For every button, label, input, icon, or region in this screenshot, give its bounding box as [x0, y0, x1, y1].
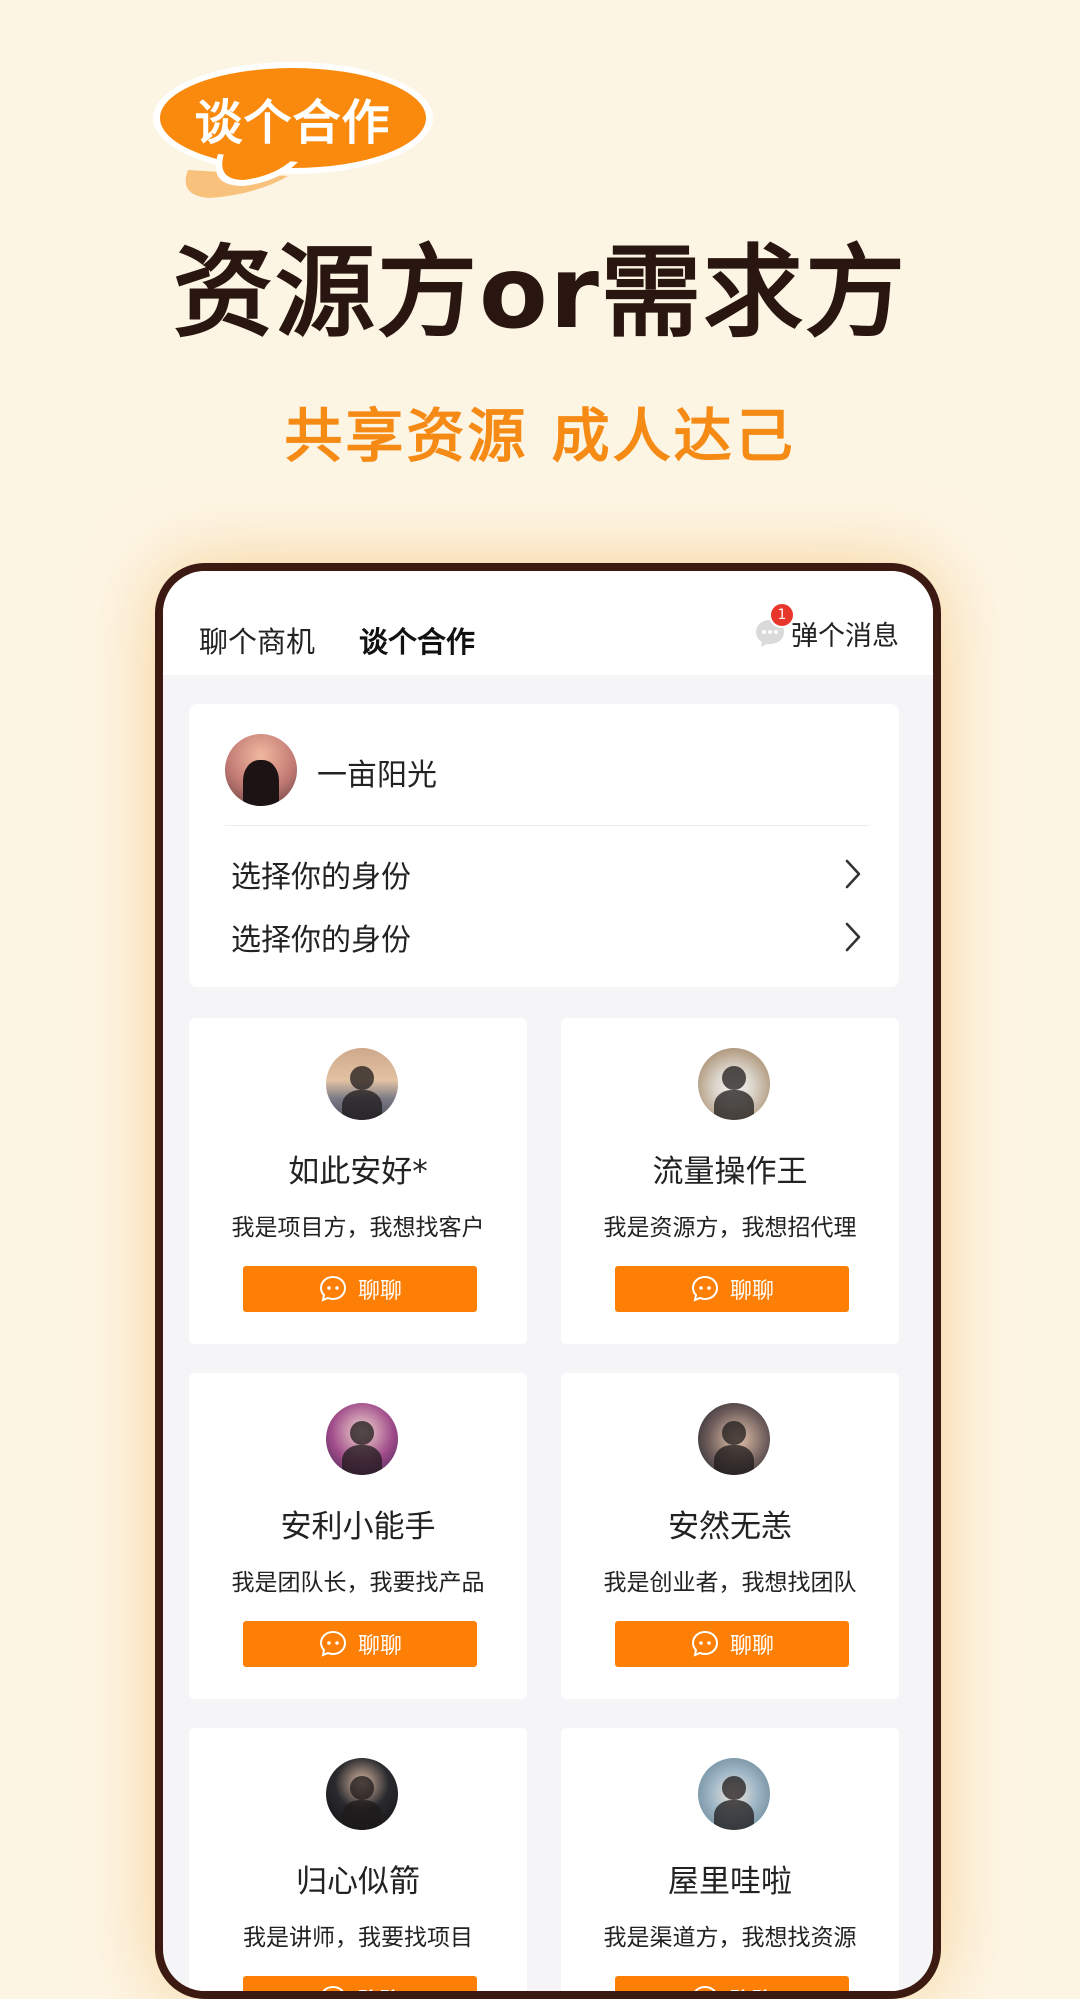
- tab-cooperation[interactable]: 谈个合作: [359, 619, 475, 661]
- chevron-right-icon: [845, 922, 861, 952]
- user-name: 归心似箭: [296, 1864, 420, 1900]
- avatar-figure: [714, 1800, 754, 1830]
- user-name: 安然无恙: [668, 1509, 792, 1545]
- avatar-figure: [350, 1066, 374, 1090]
- user-card: 归心似箭 我是讲师，我要找项目 聊聊: [189, 1728, 527, 1991]
- select-identity-row[interactable]: 选择你的身份: [231, 917, 863, 958]
- user-description: 我是项目方，我想找客户: [231, 1215, 485, 1241]
- user-description: 我是创业者，我想找团队: [603, 1570, 857, 1596]
- avatar-figure: [342, 1090, 382, 1120]
- chat-button[interactable]: 聊聊: [243, 1621, 477, 1667]
- user-description: 我是渠道方，我想找资源: [603, 1925, 857, 1951]
- user-description: 我是讲师，我要找项目: [243, 1925, 473, 1951]
- avatar[interactable]: [698, 1403, 770, 1475]
- phone-mockup: 聊个商机 谈个合作 1 弹个消息 一亩阳光 选择你的身份 选择你的身份 如此安好…: [155, 563, 941, 1999]
- avatar-figure: [722, 1421, 746, 1445]
- hero-subline: 共享资源 成人达己: [284, 402, 796, 470]
- avatar-figure: [342, 1445, 382, 1475]
- chat-button[interactable]: 聊聊: [615, 1266, 849, 1312]
- chat-button-label: 聊聊: [358, 1983, 402, 1991]
- messages-label: 弹个消息: [791, 620, 899, 652]
- chat-button-label: 聊聊: [357, 1279, 402, 1304]
- top-tab-bar: 聊个商机 谈个合作 1 弹个消息: [163, 571, 933, 675]
- user-description: 我是团队长，我要找产品: [231, 1570, 485, 1596]
- user-card: 屋里哇啦 我是渠道方，我想找资源 聊聊: [561, 1728, 899, 1991]
- avatar-figure: [722, 1776, 746, 1800]
- chat-icon: [322, 1985, 344, 1991]
- avatar-figure: [714, 1090, 754, 1120]
- avatar-figure: [722, 1066, 746, 1090]
- chat-button-label: 聊聊: [357, 1634, 402, 1659]
- avatar-figure: [714, 1445, 754, 1475]
- select-identity-label: 选择你的身份: [231, 923, 411, 958]
- user-name: 如此安好*: [288, 1154, 428, 1190]
- avatar[interactable]: [698, 1048, 770, 1120]
- chat-button[interactable]: 聊聊: [243, 1266, 477, 1312]
- chevron-right-icon: [845, 859, 861, 889]
- avatar[interactable]: [326, 1048, 398, 1120]
- chat-button-label: 聊聊: [729, 1279, 774, 1304]
- chat-bubble-icon: 1: [753, 602, 795, 650]
- profile-name: 一亩阳光: [317, 758, 437, 793]
- divider: [225, 825, 869, 826]
- chat-icon: [691, 1275, 718, 1302]
- avatar[interactable]: [225, 734, 297, 806]
- chat-button-label: 聊聊: [730, 1983, 774, 1991]
- user-name: 流量操作王: [652, 1154, 808, 1190]
- chat-button[interactable]: 聊聊: [615, 1976, 849, 1991]
- profile-card: 一亩阳光 选择你的身份 选择你的身份: [189, 704, 899, 987]
- hero-badge: 谈个合作: [194, 94, 391, 151]
- chat-icon: [319, 1275, 346, 1302]
- user-description: 我是资源方，我想招代理: [603, 1215, 857, 1241]
- user-name: 安利小能手: [280, 1509, 436, 1545]
- avatar[interactable]: [326, 1403, 398, 1475]
- avatar-figure: [350, 1776, 374, 1800]
- select-identity-row[interactable]: 选择你的身份: [231, 854, 863, 895]
- user-card: 流量操作王 我是资源方，我想招代理 聊聊: [561, 1018, 899, 1344]
- chat-icon: [319, 1630, 346, 1657]
- select-identity-label: 选择你的身份: [231, 860, 411, 895]
- chat-icon: [691, 1630, 718, 1657]
- chat-icon: [694, 1985, 716, 1991]
- user-card: 安利小能手 我是团队长，我要找产品 聊聊: [189, 1373, 527, 1699]
- avatar[interactable]: [698, 1758, 770, 1830]
- avatar[interactable]: [326, 1758, 398, 1830]
- tab-business-chat[interactable]: 聊个商机: [199, 619, 315, 661]
- chat-button[interactable]: 聊聊: [615, 1621, 849, 1667]
- unread-badge: 1: [769, 602, 795, 628]
- chat-button[interactable]: 聊聊: [243, 1976, 477, 1991]
- messages-button[interactable]: 1 弹个消息: [753, 602, 899, 653]
- hero-headline: 资源方or需求方: [172, 234, 908, 351]
- avatar-figure: [350, 1421, 374, 1445]
- chat-button-label: 聊聊: [729, 1634, 774, 1659]
- user-name: 屋里哇啦: [668, 1864, 792, 1900]
- avatar-figure: [342, 1800, 382, 1830]
- user-card: 如此安好* 我是项目方，我想找客户 聊聊: [189, 1018, 527, 1344]
- avatar-silhouette: [243, 760, 279, 806]
- user-card: 安然无恙 我是创业者，我想找团队 聊聊: [561, 1373, 899, 1699]
